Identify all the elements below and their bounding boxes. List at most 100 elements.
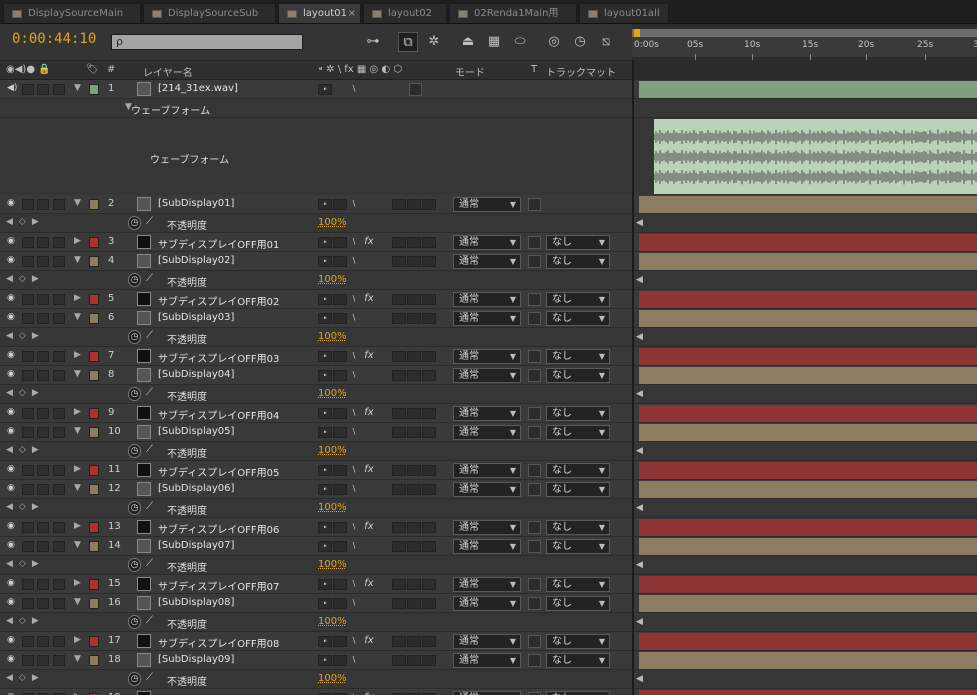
fx-switch[interactable]: fx (362, 351, 376, 362)
track-matte-select[interactable]: なし▼ (546, 596, 610, 611)
eye-icon[interactable]: ◉ (7, 293, 15, 303)
expand-triangle[interactable]: ▼ (74, 597, 81, 607)
adjustment-switch[interactable] (407, 351, 421, 362)
quality-switch[interactable]: \ (347, 351, 361, 362)
adjustment-switch[interactable] (407, 655, 421, 666)
graph-icon[interactable]: ⟋ (146, 330, 153, 341)
expand-triangle[interactable]: ▶ (74, 350, 81, 360)
shy-switch[interactable]: ⁌ (318, 408, 332, 419)
layer-name[interactable]: [SubDisplay04] (158, 369, 234, 380)
close-icon[interactable]: × (348, 4, 356, 23)
solo-switch[interactable] (37, 256, 49, 267)
shy-switch[interactable]: ⁌ (318, 256, 332, 267)
track-matte-select[interactable]: なし▼ (546, 311, 610, 326)
opacity-property-row[interactable]: ◀◇▶ ◷ ⟋ 不透明度 100% ◀ (0, 271, 977, 290)
expand-triangle[interactable]: ▼ (74, 483, 81, 493)
layer-duration-bar[interactable] (639, 576, 977, 593)
track-matte-select[interactable]: なし▼ (546, 691, 610, 695)
track-matte-select[interactable]: なし▼ (546, 653, 610, 668)
blend-mode-select[interactable]: 通常 ▼ (453, 482, 521, 497)
layer-row[interactable]: ◉ ▶ 13 サブディスプレイOFF用06 ⁌ \ fx 通常 ▼ なし ▼ (0, 518, 977, 537)
motion-blur-switch[interactable] (392, 598, 406, 609)
preserve-transparency-checkbox[interactable] (528, 635, 541, 648)
preserve-transparency-checkbox[interactable] (528, 521, 541, 534)
audio-switch[interactable] (22, 237, 34, 248)
audio-switch[interactable] (22, 351, 34, 362)
lock-switch[interactable] (53, 522, 65, 533)
preserve-transparency-checkbox[interactable] (528, 464, 541, 477)
blend-mode-select[interactable]: 通常 ▼ (453, 634, 521, 649)
quality-switch[interactable]: \ (347, 579, 361, 590)
audio-switch[interactable] (22, 199, 34, 210)
audio-switch[interactable] (22, 655, 34, 666)
shy-switch[interactable]: ⁌ (318, 541, 332, 552)
collapse-switch[interactable] (333, 541, 347, 552)
collapse-switch[interactable] (333, 655, 347, 666)
motion-blur-switch[interactable] (392, 484, 406, 495)
label-color-swatch[interactable] (89, 427, 99, 438)
blend-mode-select[interactable]: 通常 ▼ (453, 596, 521, 611)
layer-duration-bar[interactable] (639, 81, 977, 98)
solo-switch[interactable] (37, 84, 49, 95)
blend-mode-select[interactable]: 通常 ▼ (453, 311, 521, 326)
audio-switch[interactable] (22, 294, 34, 305)
fx-switch[interactable]: fx (362, 522, 376, 533)
keyframe-navigator[interactable]: ◀◇▶ (6, 388, 45, 398)
label-color-swatch[interactable] (89, 541, 99, 552)
quality-switch[interactable]: \ (347, 313, 361, 324)
label-color-swatch[interactable] (89, 237, 99, 248)
layer-duration-bar[interactable] (639, 291, 977, 308)
quality-switch[interactable]: \ (347, 655, 361, 666)
auto-keyframe-icon[interactable]: ◎ (544, 32, 564, 52)
layer-duration-bar[interactable] (639, 519, 977, 536)
layer-row[interactable]: ◉ ▶ 7 サブディスプレイOFF用03 ⁌ \ fx 通常 ▼ なし ▼ (0, 347, 977, 366)
quality-switch[interactable]: \ (347, 427, 361, 438)
tab-5[interactable]: layout01all (579, 3, 669, 23)
layer-duration-bar[interactable] (639, 424, 977, 441)
fx-switch[interactable]: fx (362, 408, 376, 419)
collapse-switch[interactable] (333, 522, 347, 533)
track-matte-select[interactable]: なし▼ (546, 235, 610, 250)
opacity-property-row[interactable]: ◀◇▶ ◷ ⟋ 不透明度 100% ◀ (0, 556, 977, 575)
eye-icon[interactable]: ◉ (7, 369, 15, 379)
3d-switch[interactable] (422, 351, 436, 362)
collapse-switch[interactable] (333, 237, 347, 248)
property-value[interactable]: 100% (318, 673, 347, 684)
preserve-transparency-checkbox[interactable] (528, 426, 541, 439)
eye-icon[interactable]: ◉ (7, 540, 15, 550)
adjustment-switch[interactable] (407, 408, 421, 419)
collapse-switch[interactable] (333, 579, 347, 590)
stopwatch-icon[interactable]: ◷ (128, 273, 141, 287)
eye-icon[interactable]: ◉ (7, 597, 15, 607)
lock-switch[interactable] (53, 256, 65, 267)
opacity-property-row[interactable]: ◀◇▶ ◷ ⟋ 不透明度 100% ◀ (0, 442, 977, 461)
motion-blur-icon[interactable]: ▦ (484, 32, 504, 52)
label-color-swatch[interactable] (89, 484, 99, 495)
solo-switch[interactable] (37, 408, 49, 419)
layer-name[interactable]: [SubDisplay01] (158, 198, 234, 209)
blend-mode-select[interactable]: 通常 ▼ (453, 235, 521, 250)
motion-blur-switch[interactable] (392, 294, 406, 305)
shy-switch[interactable]: ⁌ (318, 313, 332, 324)
layer-name[interactable]: [SubDisplay09] (158, 654, 234, 665)
quality-switch[interactable]: \ (347, 256, 361, 267)
fx-switch[interactable]: fx (362, 579, 376, 590)
audio-switch[interactable] (22, 484, 34, 495)
keyframe-navigator[interactable]: ◀◇▶ (6, 274, 45, 284)
shy-switch[interactable]: ⁌ (318, 84, 332, 95)
opacity-property-row[interactable]: ◀◇▶ ◷ ⟋ 不透明度 100% ◀ (0, 328, 977, 347)
audio-switch[interactable] (22, 84, 34, 95)
collapse-switch[interactable] (333, 294, 347, 305)
layer-row[interactable]: ◉ ▶ 15 サブディスプレイOFF用07 ⁌ \ fx 通常 ▼ なし ▼ (0, 575, 977, 594)
brainstorm-icon[interactable]: ⬭ (510, 32, 530, 52)
shy-switch[interactable]: ⁌ (318, 636, 332, 647)
solo-switch[interactable] (37, 484, 49, 495)
layer-name[interactable]: [SubDisplay06] (158, 483, 234, 494)
lock-switch[interactable] (53, 351, 65, 362)
lock-switch[interactable] (53, 294, 65, 305)
eye-icon[interactable]: ◀) (7, 83, 17, 93)
track-matte-select[interactable]: なし▼ (546, 463, 610, 478)
audio-switch[interactable] (22, 579, 34, 590)
layer-row[interactable]: ◉ ▼ 12 [SubDisplay06] ⁌ \ 通常 ▼ なし ▼ (0, 480, 977, 499)
layer-name[interactable]: [SubDisplay05] (158, 426, 234, 437)
